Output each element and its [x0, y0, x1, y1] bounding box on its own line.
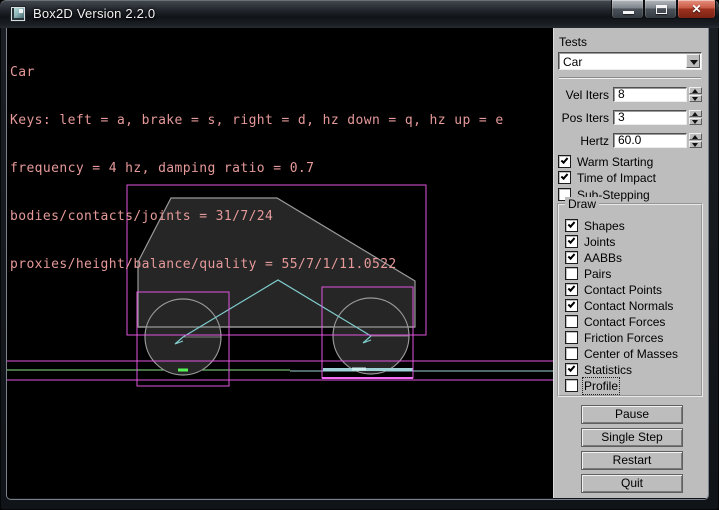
checkbox-label: Center of Masses	[584, 347, 678, 361]
control-panel: Tests Car Vel Iters 8 Pos Iters 3	[553, 28, 708, 498]
checkbox-label: Warm Starting	[577, 155, 653, 169]
hertz-row: Hertz 60.0	[554, 133, 709, 148]
checkbox-box[interactable]	[565, 283, 578, 296]
draw-group-label: Draw	[565, 197, 599, 211]
spinner-down-button[interactable]	[689, 141, 702, 148]
client-area: Car Keys: left = a, brake = s, right = d…	[6, 28, 709, 500]
single-step-button[interactable]: Single Step	[581, 428, 683, 447]
checkbox-box[interactable]	[565, 363, 578, 376]
checkbox-label: Contact Forces	[584, 315, 665, 329]
titlebar[interactable]: Box2D Version 2.2.0 ✕	[0, 0, 719, 28]
check-icon	[568, 236, 576, 244]
window-controls: ✕	[611, 0, 716, 20]
vel-iters-input[interactable]: 8	[613, 87, 687, 102]
pause-button[interactable]: Pause	[581, 405, 683, 424]
checkbox-box[interactable]	[565, 251, 578, 264]
checkbox-box[interactable]	[565, 267, 578, 280]
stats-line: Keys: left = a, brake = s, right = d, hz…	[10, 113, 504, 129]
stats-line: frequency = 4 hz, damping ratio = 0.7	[10, 161, 504, 177]
check-icon	[568, 220, 576, 228]
app-window: Box2D Version 2.2.0 ✕	[0, 0, 719, 510]
hertz-label: Hertz	[554, 134, 609, 148]
checkbox-box[interactable]	[565, 219, 578, 232]
checkbox-label: Time of Impact	[577, 171, 656, 185]
checkbox-box[interactable]	[558, 171, 571, 184]
check-icon	[568, 300, 576, 308]
tests-dropdown-value: Car	[563, 55, 582, 69]
dropdown-arrow-icon	[690, 60, 698, 65]
spinner-down-icon	[692, 97, 698, 101]
spinner-up-icon	[692, 89, 698, 93]
close-button[interactable]: ✕	[677, 0, 716, 19]
checkbox-box[interactable]	[558, 155, 571, 168]
spinner-down-button[interactable]	[689, 95, 702, 102]
spinner-up-button[interactable]	[689, 110, 702, 117]
spinner-up-button[interactable]	[689, 133, 702, 140]
maximize-icon	[656, 5, 667, 14]
stats-line: proxies/height/balance/quality = 55/7/1/…	[10, 257, 504, 273]
checkbox-label: Shapes	[584, 219, 625, 233]
stats-line: Car	[10, 65, 504, 81]
pos-iters-row: Pos Iters 3	[554, 110, 709, 125]
app-icon	[11, 7, 25, 21]
separator-line	[559, 77, 701, 79]
checkbox-label: Joints	[584, 235, 615, 249]
checkbox-label: Friction Forces	[584, 331, 663, 345]
spinner-down-icon	[692, 143, 698, 147]
tests-dropdown-button[interactable]	[686, 54, 700, 68]
check-icon	[561, 156, 569, 164]
checkbox-box[interactable]	[565, 331, 578, 344]
checkbox-box[interactable]	[565, 299, 578, 312]
spinner-up-button[interactable]	[689, 87, 702, 94]
vel-iters-spinner	[689, 87, 702, 102]
quit-button[interactable]: Quit	[581, 474, 683, 493]
stats-line: bodies/contacts/joints = 31/7/24	[10, 209, 504, 225]
close-icon: ✕	[678, 2, 715, 16]
simulation-canvas[interactable]: Car Keys: left = a, brake = s, right = d…	[7, 28, 553, 498]
checkbox-box[interactable]	[565, 315, 578, 328]
maximize-button[interactable]	[644, 0, 677, 19]
restart-button[interactable]: Restart	[581, 451, 683, 470]
pos-iters-label: Pos Iters	[554, 111, 609, 125]
checkbox-box[interactable]	[565, 347, 578, 360]
pos-iters-spinner	[689, 110, 702, 125]
spinner-down-button[interactable]	[689, 118, 702, 125]
hertz-spinner	[689, 133, 702, 148]
draw-groupbox: Draw Shapes Joints AABBs Pairs	[557, 203, 703, 397]
checkbox-box[interactable]	[565, 379, 578, 392]
check-icon	[561, 172, 569, 180]
window-title: Box2D Version 2.2.0	[33, 6, 155, 21]
checkbox-label: Contact Points	[584, 283, 662, 297]
minimize-button[interactable]	[611, 0, 644, 19]
checkbox-label: AABBs	[584, 251, 622, 265]
checkbox-label: Pairs	[584, 267, 611, 281]
vel-iters-label: Vel Iters	[554, 88, 609, 102]
checkbox-label: Statistics	[584, 363, 632, 377]
minimize-icon	[623, 11, 634, 14]
spinner-down-icon	[692, 120, 698, 124]
pos-iters-input[interactable]: 3	[613, 110, 687, 125]
check-icon	[568, 364, 576, 372]
checkbox-label: Contact Normals	[584, 299, 673, 313]
checkbox-label: Profile	[584, 379, 618, 393]
check-icon	[568, 284, 576, 292]
spinner-up-icon	[692, 135, 698, 139]
checkbox-box[interactable]	[565, 235, 578, 248]
hertz-input[interactable]: 60.0	[613, 133, 687, 148]
stats-text-block: Car Keys: left = a, brake = s, right = d…	[10, 33, 504, 305]
check-icon	[568, 252, 576, 260]
tests-label: Tests	[559, 35, 587, 49]
tests-dropdown[interactable]: Car	[558, 52, 702, 70]
spinner-up-icon	[692, 112, 698, 116]
vel-iters-row: Vel Iters 8	[554, 87, 709, 102]
